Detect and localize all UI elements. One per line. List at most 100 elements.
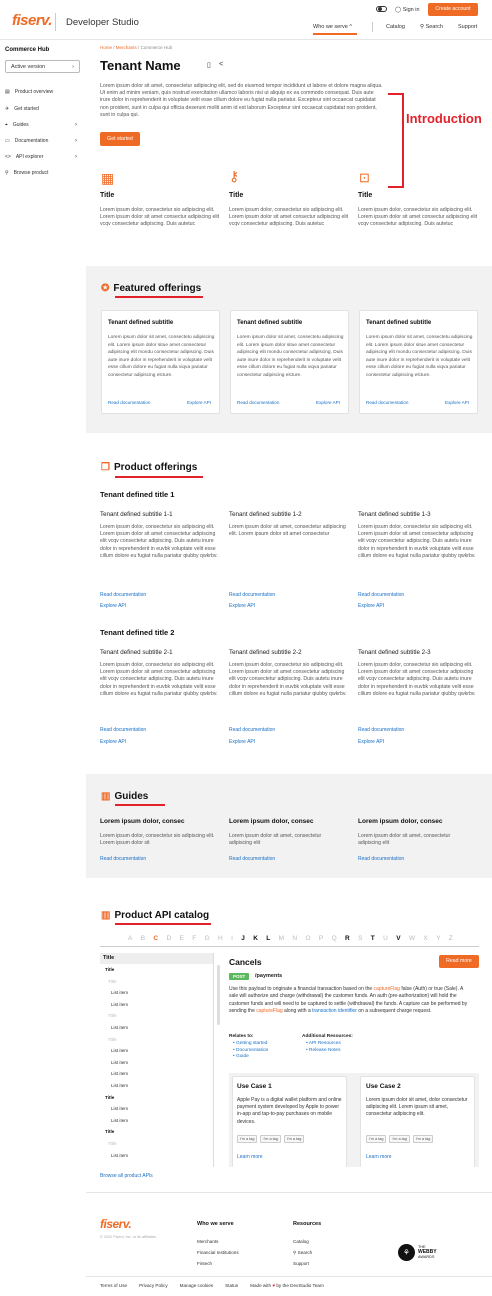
privacy-link[interactable]: Privacy Policy bbox=[139, 1283, 168, 1288]
footer-link-search[interactable]: ⚲ Search bbox=[293, 1247, 312, 1258]
fiserv-logo[interactable]: fiserv. bbox=[12, 12, 52, 29]
alphabet-letter[interactable]: D bbox=[166, 935, 171, 942]
nav-who-we-serve[interactable]: Who we serve ^ bbox=[313, 24, 352, 30]
browse-all-apis-link[interactable]: Browse all product APIs bbox=[100, 1173, 153, 1179]
api-list-item[interactable]: List item bbox=[100, 1045, 213, 1057]
read-documentation-link[interactable]: Read documentation bbox=[108, 400, 150, 405]
alphabet-letter[interactable]: Q bbox=[332, 935, 337, 942]
read-documentation-link[interactable]: Read documentation bbox=[358, 856, 404, 862]
alphabet-letter[interactable]: V bbox=[396, 935, 400, 942]
alphabet-letter[interactable]: N bbox=[292, 935, 297, 942]
scrollbar[interactable] bbox=[217, 965, 220, 1025]
alphabet-letter[interactable]: U bbox=[383, 935, 388, 942]
alphabet-letter[interactable]: T bbox=[371, 935, 375, 942]
footer-link-fi[interactable]: Financial Institutions bbox=[197, 1247, 239, 1258]
version-select[interactable]: Active version › bbox=[5, 60, 80, 73]
alphabet-letter[interactable]: L bbox=[266, 935, 270, 942]
read-documentation-link[interactable]: Read documentation bbox=[229, 856, 275, 862]
alphabet-letter[interactable]: X bbox=[423, 935, 427, 942]
read-documentation-link[interactable]: Read documentation bbox=[229, 727, 275, 733]
read-more-button[interactable]: Read more bbox=[439, 955, 479, 968]
sidebar-item-api-explorer[interactable]: <> API explorer › bbox=[5, 154, 77, 160]
alphabet-letter[interactable]: R bbox=[345, 935, 350, 942]
read-documentation-link[interactable]: Read documentation bbox=[366, 400, 408, 405]
relates-link[interactable]: • Guide bbox=[233, 1054, 268, 1061]
alphabet-letter[interactable]: B bbox=[141, 935, 145, 942]
tag[interactable]: I'm a tag bbox=[260, 1135, 281, 1143]
captureflag-link[interactable]: captureFlag bbox=[374, 986, 400, 992]
alphabet-letter[interactable]: C bbox=[153, 935, 158, 942]
api-list-item[interactable]: List item bbox=[100, 1057, 213, 1069]
api-list-item[interactable]: List item bbox=[100, 1068, 213, 1080]
read-documentation-link[interactable]: Read documentation bbox=[100, 856, 146, 862]
footer-link-fintech[interactable]: Fintech bbox=[197, 1258, 239, 1269]
alphabet-letter[interactable]: Y bbox=[436, 935, 440, 942]
api-list-item[interactable]: List item bbox=[100, 1150, 213, 1162]
explore-api-link[interactable]: Explore API bbox=[358, 603, 384, 609]
alphabet-letter[interactable]: P bbox=[319, 935, 323, 942]
alphabet-letter[interactable]: E bbox=[180, 935, 184, 942]
sidebar-item-documentation[interactable]: ▭ Documentation › bbox=[5, 138, 77, 144]
read-documentation-link[interactable]: Read documentation bbox=[358, 592, 404, 598]
tag[interactable]: I'm a tag bbox=[283, 1135, 305, 1143]
explore-api-link[interactable]: Explore API bbox=[445, 400, 469, 405]
alphabet-letter[interactable]: Z bbox=[449, 935, 453, 942]
alphabet-letter[interactable]: I bbox=[231, 935, 233, 942]
sidebar-item-browse[interactable]: ⚲ Browse product bbox=[5, 170, 77, 176]
api-list-item[interactable]: List item bbox=[100, 999, 213, 1011]
explore-api-link[interactable]: Explore API bbox=[229, 739, 255, 745]
alphabet-letter[interactable]: H bbox=[218, 935, 223, 942]
tag[interactable]: I'm a tag bbox=[389, 1135, 410, 1143]
footer-link-support[interactable]: Support bbox=[293, 1258, 312, 1269]
explore-api-link[interactable]: Explore API bbox=[187, 400, 211, 405]
explore-api-link[interactable]: Explore API bbox=[100, 603, 126, 609]
sidebar-item-guides[interactable]: ⌖ Guides › bbox=[5, 122, 77, 128]
sidebar-item-overview[interactable]: ▤ Product overview bbox=[5, 89, 77, 95]
transaction-identifier-link[interactable]: transaction identifier bbox=[312, 1008, 357, 1014]
resource-link[interactable]: • Release Notes bbox=[306, 1048, 341, 1055]
alphabet-letter[interactable]: K bbox=[253, 935, 258, 942]
nav-support[interactable]: Support bbox=[458, 24, 477, 30]
explore-api-link[interactable]: Explore API bbox=[229, 603, 255, 609]
read-documentation-link[interactable]: Read documentation bbox=[100, 727, 146, 733]
footer-logo[interactable]: fiserv. bbox=[100, 1217, 132, 1231]
nav-catalog[interactable]: Catalog bbox=[386, 24, 405, 30]
explore-api-link[interactable]: Explore API bbox=[358, 739, 384, 745]
alphabet-letter[interactable]: F bbox=[192, 935, 196, 942]
bookmark-icon[interactable]: ▯ bbox=[207, 61, 211, 69]
learn-more-link[interactable]: Learn more bbox=[237, 1154, 263, 1160]
read-documentation-link[interactable]: Read documentation bbox=[237, 400, 279, 405]
nav-search[interactable]: ⚲ Search bbox=[420, 24, 443, 30]
api-list-item[interactable]: List item bbox=[100, 1103, 213, 1115]
manage-cookies-link[interactable]: Manage cookies bbox=[180, 1283, 213, 1288]
alphabet-letter[interactable]: S bbox=[358, 935, 362, 942]
theme-toggle[interactable] bbox=[376, 6, 387, 12]
api-list-item[interactable]: List item bbox=[100, 1022, 213, 1034]
tag[interactable]: I'm a tag bbox=[237, 1135, 258, 1143]
breadcrumb-merchants[interactable]: Merchants bbox=[116, 45, 137, 50]
footer-link-merchants[interactable]: Merchants bbox=[197, 1236, 239, 1247]
captureflag-link[interactable]: captureFlag bbox=[256, 1008, 282, 1014]
api-list-item[interactable]: List item bbox=[100, 1080, 213, 1092]
alphabet-letter[interactable]: J bbox=[241, 935, 245, 942]
share-icon[interactable]: < bbox=[219, 61, 223, 68]
get-started-button[interactable]: Get started bbox=[100, 132, 140, 146]
explore-api-link[interactable]: Explore API bbox=[100, 739, 126, 745]
alphabet-letter[interactable]: G bbox=[205, 935, 210, 942]
sidebar-item-get-started[interactable]: ✈ Get started bbox=[5, 106, 77, 112]
read-documentation-link[interactable]: Read documentation bbox=[358, 727, 404, 733]
terms-link[interactable]: Terms of Use bbox=[100, 1283, 127, 1288]
api-list-item[interactable]: List item bbox=[100, 1115, 213, 1127]
learn-more-link[interactable]: Learn more bbox=[366, 1154, 392, 1160]
footer-link-catalog[interactable]: Catalog bbox=[293, 1236, 312, 1247]
tag[interactable]: I'm a tag bbox=[366, 1135, 387, 1143]
breadcrumb-home[interactable]: Home bbox=[100, 45, 112, 50]
explore-api-link[interactable]: Explore API bbox=[316, 400, 340, 405]
alphabet-letter[interactable]: M bbox=[279, 935, 284, 942]
signin-link[interactable]: ◯ Sign in bbox=[395, 7, 420, 13]
alphabet-letter[interactable]: O bbox=[305, 935, 310, 942]
create-account-button[interactable]: Create account bbox=[428, 3, 478, 16]
alphabet-letter[interactable]: W bbox=[409, 935, 415, 942]
status-link[interactable]: Status bbox=[225, 1283, 238, 1288]
alphabet-letter[interactable]: A bbox=[128, 935, 132, 942]
